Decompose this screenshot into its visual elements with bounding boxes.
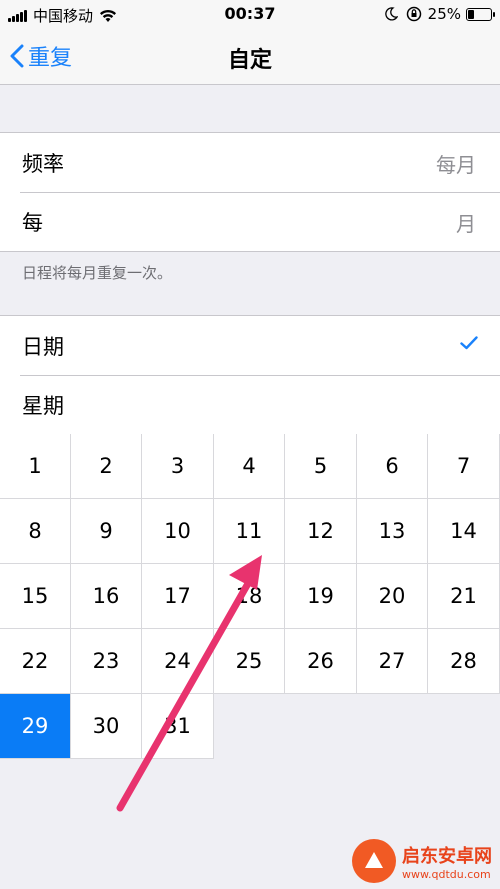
battery-icon: [466, 7, 495, 21]
frequency-value: 每月: [436, 153, 476, 177]
day-cell-28[interactable]: 28: [428, 629, 500, 694]
day-cell-10[interactable]: 10: [142, 499, 214, 564]
date-mode-label: 日期: [22, 335, 64, 359]
day-cell-8[interactable]: 8: [0, 499, 71, 564]
day-cell-12[interactable]: 12: [285, 499, 357, 564]
date-mode-row[interactable]: 日期: [0, 316, 500, 375]
day-cell-2[interactable]: 2: [71, 434, 142, 499]
status-left: 中国移动: [8, 5, 117, 26]
every-row[interactable]: 每 月: [0, 192, 500, 251]
day-cell-24[interactable]: 24: [142, 629, 214, 694]
frequency-label: 频率: [22, 152, 64, 176]
day-cell-26[interactable]: 26: [285, 629, 357, 694]
day-cell-11[interactable]: 11: [214, 499, 285, 564]
day-cell-18[interactable]: 18: [214, 564, 285, 629]
watermark: 启东安卓网 www.qdtdu.com: [352, 839, 492, 883]
day-cell-9[interactable]: 9: [71, 499, 142, 564]
battery-percent: 25%: [427, 5, 461, 23]
frequency-footer-note: 日程将每月重复一次。: [22, 264, 173, 282]
day-cell-25[interactable]: 25: [214, 629, 285, 694]
back-label: 重复: [28, 46, 73, 71]
watermark-text: 启东安卓网 www.qdtdu.com: [402, 842, 492, 881]
day-cell-23[interactable]: 23: [71, 629, 142, 694]
day-cell-30[interactable]: 30: [71, 694, 142, 759]
mode-section: 日期 星期: [0, 315, 500, 434]
rotation-lock-icon: [406, 6, 421, 22]
day-cell-13[interactable]: 13: [357, 499, 428, 564]
watermark-url: www.qdtdu.com: [402, 867, 491, 881]
day-cell-7[interactable]: 7: [428, 434, 500, 499]
day-cell-3[interactable]: 3: [142, 434, 214, 499]
day-cell-31[interactable]: 31: [142, 694, 214, 759]
every-value: 月: [456, 212, 476, 236]
day-cell-15[interactable]: 15: [0, 564, 71, 629]
back-button[interactable]: 重复: [10, 40, 72, 72]
day-cell-5[interactable]: 5: [285, 434, 357, 499]
page-title: 自定: [227, 48, 272, 73]
every-label: 每: [22, 211, 43, 235]
day-grid: 1 2 3 4 5 6 7 8 9 10 11 12 13 14 15 16 17 18 19 20 21 22 23 24 2…: [0, 434, 500, 762]
battery-fill: [468, 9, 474, 19]
frequency-row[interactable]: 频率 每月: [0, 133, 500, 192]
watermark-title: 启东安卓网: [402, 845, 492, 867]
carrier-label: 中国移动: [33, 7, 94, 25]
weekday-mode-row[interactable]: 星期: [0, 375, 500, 434]
signal-icon: [8, 9, 28, 22]
day-cell-17[interactable]: 17: [142, 564, 214, 629]
day-cell-29[interactable]: 29: [0, 694, 71, 759]
weekday-mode-label: 星期: [22, 394, 64, 418]
day-cell-16[interactable]: 16: [71, 564, 142, 629]
day-cell-22[interactable]: 22: [0, 629, 71, 694]
day-cell-27[interactable]: 27: [357, 629, 428, 694]
day-cell-1[interactable]: 1: [0, 434, 71, 499]
frequency-section: 频率 每月 每 月: [0, 132, 500, 252]
watermark-logo-icon: [352, 839, 396, 883]
day-cell-21[interactable]: 21: [428, 564, 500, 629]
checkmark-icon: [460, 336, 478, 350]
chevron-left-icon: [10, 44, 24, 68]
day-cell-6[interactable]: 6: [357, 434, 428, 499]
navigation-bar: 重复 自定: [0, 28, 500, 85]
day-cell-14[interactable]: 14: [428, 499, 500, 564]
status-right: 25%: [384, 5, 495, 23]
wifi-icon: [100, 9, 117, 22]
day-cell-19[interactable]: 19: [285, 564, 357, 629]
day-cell-4[interactable]: 4: [214, 434, 285, 499]
day-cell-20[interactable]: 20: [357, 564, 428, 629]
moon-icon: [384, 7, 398, 21]
status-bar: 中国移动 00:37 25%: [0, 0, 500, 28]
